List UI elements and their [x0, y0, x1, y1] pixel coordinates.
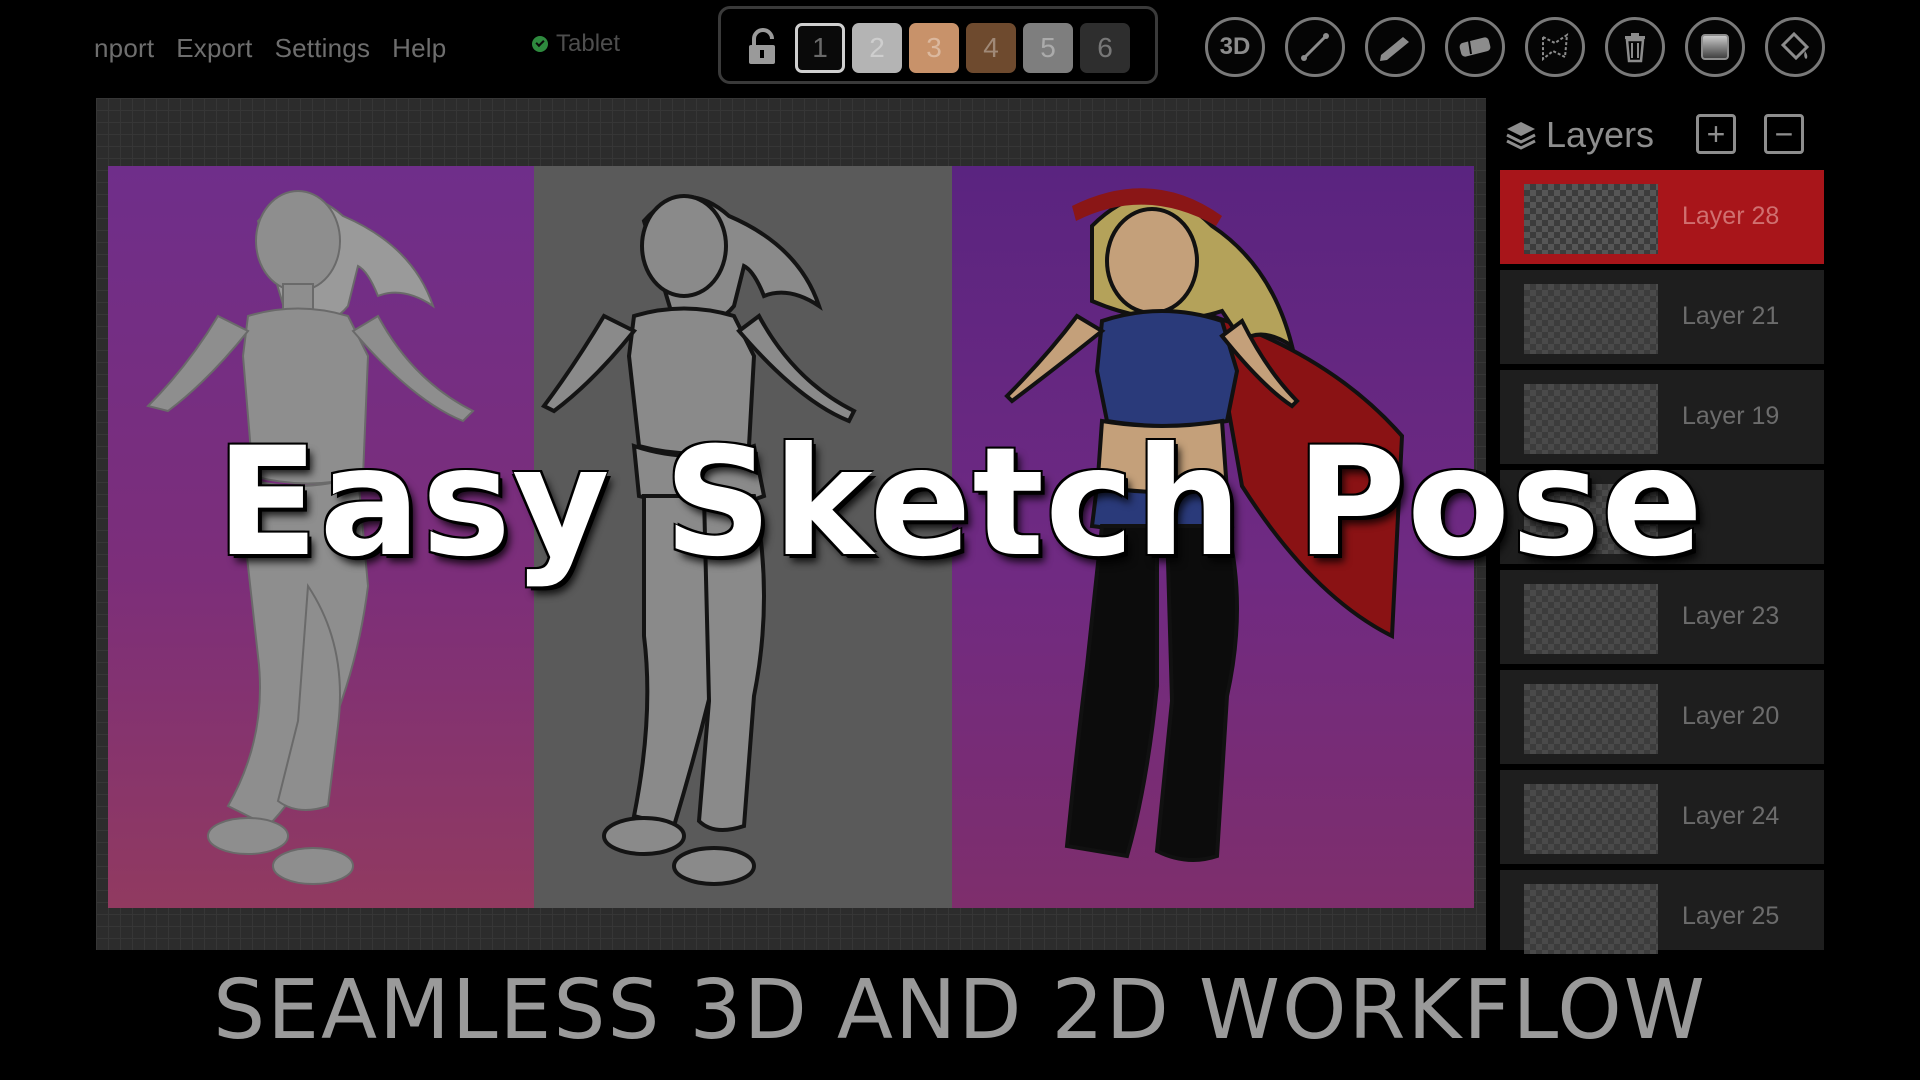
pen-tool-button[interactable] — [1365, 17, 1425, 77]
3d-mode-label: 3D — [1219, 33, 1251, 60]
line-tool-button[interactable] — [1285, 17, 1345, 77]
layer-name: Layer 28 — [1682, 202, 1780, 230]
layer-thumbnail — [1524, 184, 1658, 254]
fill-bucket-button[interactable] — [1765, 17, 1825, 77]
menu-help[interactable]: Help — [392, 33, 446, 64]
layer-row[interactable]: Layer 28 — [1500, 170, 1824, 264]
pose-slot-label: 4 — [983, 32, 999, 63]
plus-icon: + — [1706, 116, 1726, 152]
layer-thumbnail — [1524, 884, 1658, 954]
layer-name: Layer 25 — [1682, 902, 1780, 930]
line-tool-icon — [1301, 33, 1329, 61]
layer-name: Layer 23 — [1682, 602, 1780, 630]
layer-row[interactable]: Layer 21 — [1500, 270, 1824, 364]
pose-slot-group: 1 2 3 4 5 6 — [718, 6, 1158, 84]
layer-thumbnail — [1524, 284, 1658, 354]
layer-row[interactable]: Layer 24 — [1500, 770, 1824, 864]
layer-name: Layer 24 — [1682, 802, 1780, 830]
minus-icon: − — [1774, 116, 1794, 152]
tablet-status[interactable]: Tablet — [532, 30, 620, 58]
pose-slot-6[interactable]: 6 — [1080, 23, 1130, 73]
pose-slot-label: 2 — [869, 32, 885, 63]
promo-title: Easy Sketch Pose — [215, 416, 1705, 590]
layer-name: Layer 20 — [1682, 702, 1780, 730]
remove-layer-button[interactable]: − — [1764, 114, 1804, 154]
layers-header: Layers — [1504, 110, 1654, 160]
add-layer-button[interactable]: + — [1696, 114, 1736, 154]
eraser-tool-button[interactable] — [1445, 17, 1505, 77]
pose-slot-label: 1 — [812, 32, 828, 63]
pose-slot-2[interactable]: 2 — [852, 23, 902, 73]
pose-slot-5[interactable]: 5 — [1023, 23, 1073, 73]
delete-button[interactable] — [1605, 17, 1665, 77]
menu-settings[interactable]: Settings — [275, 33, 371, 64]
3d-mode-button[interactable]: 3D — [1205, 17, 1265, 77]
tablet-status-label: Tablet — [556, 30, 621, 57]
promo-tagline: SEAMLESS 3D AND 2D WORKFLOW — [213, 963, 1707, 1058]
layer-thumbnail — [1524, 584, 1658, 654]
lasso-select-button[interactable] — [1525, 17, 1585, 77]
pen-tool-icon — [1380, 37, 1409, 61]
layer-row[interactable]: Layer 25 — [1500, 870, 1824, 954]
layers-stack-icon — [1506, 122, 1536, 150]
gradient-button[interactable] — [1685, 17, 1745, 77]
pose-slot-label: 3 — [926, 32, 942, 63]
tool-bar: 3D — [1205, 17, 1825, 79]
eraser-tool-icon — [1459, 37, 1491, 57]
pose-slot-1[interactable]: 1 — [795, 23, 845, 73]
menu-import[interactable]: nport — [94, 33, 154, 64]
layer-thumbnail — [1524, 684, 1658, 754]
check-circle-icon — [532, 36, 548, 52]
layers-title: Layers — [1546, 114, 1655, 155]
layer-name: Layer 21 — [1682, 302, 1780, 330]
menu-bar: nport Export Settings Help — [94, 28, 468, 68]
fill-bucket-icon — [1780, 31, 1810, 61]
pose-slot-label: 6 — [1097, 32, 1113, 63]
layer-row[interactable]: Layer 20 — [1500, 670, 1824, 764]
layer-thumbnail — [1524, 784, 1658, 854]
gradient-icon — [1701, 34, 1729, 60]
pose-slot-3[interactable]: 3 — [909, 23, 959, 73]
pose-slot-label: 5 — [1040, 32, 1056, 63]
lasso-select-icon — [1542, 33, 1569, 62]
menu-export[interactable]: Export — [176, 33, 252, 64]
lock-icon[interactable] — [743, 27, 783, 67]
trash-icon — [1625, 33, 1645, 63]
pose-slot-4[interactable]: 4 — [966, 23, 1016, 73]
